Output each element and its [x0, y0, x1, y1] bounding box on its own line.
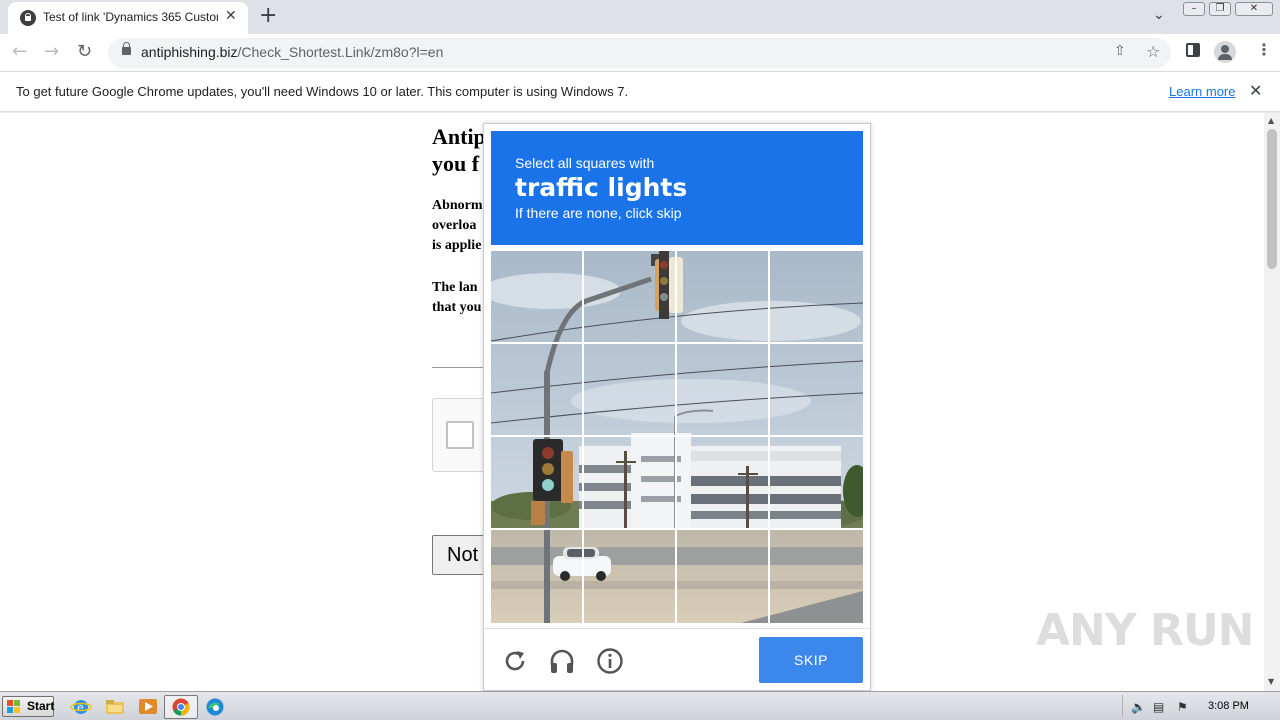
- restore-button[interactable]: ❐: [1209, 2, 1231, 16]
- info-icon[interactable]: [596, 647, 624, 675]
- refresh-icon[interactable]: [501, 647, 529, 675]
- grid-tile[interactable]: [770, 344, 862, 436]
- kebab-menu-icon[interactable]: ⋮: [1256, 40, 1272, 59]
- lock-icon[interactable]: [122, 42, 131, 55]
- windows-flag-icon: [7, 700, 20, 713]
- captcha-challenge-dialog: Select all squares with traffic lights I…: [483, 123, 871, 691]
- action-center-flag-icon[interactable]: ⚑: [1177, 700, 1188, 714]
- browser-tab[interactable]: Test of link 'Dynamics 365 Customer ✕: [8, 2, 248, 34]
- share-icon[interactable]: ⇧: [1114, 43, 1126, 59]
- network-icon[interactable]: ▤: [1153, 700, 1164, 714]
- window-close-button[interactable]: ✕: [1235, 2, 1273, 16]
- internet-explorer-icon[interactable]: e: [70, 696, 92, 717]
- grid-tile[interactable]: [677, 530, 769, 622]
- captcha-checkbox[interactable]: [446, 421, 474, 449]
- file-explorer-icon[interactable]: [104, 696, 126, 717]
- skip-button[interactable]: SKIP: [759, 637, 863, 683]
- reload-icon[interactable]: ↻: [77, 41, 92, 62]
- forward-arrow-icon[interactable]: →: [44, 41, 59, 62]
- url-host: antiphishing.biz: [141, 44, 238, 60]
- browser-toolbar: ← → ↻ antiphishing.biz/Check_Shortest.Li…: [0, 34, 1280, 72]
- address-bar[interactable]: antiphishing.biz/Check_Shortest.Link/zm8…: [108, 38, 1171, 68]
- profile-avatar-icon[interactable]: [1214, 41, 1236, 63]
- challenge-subtitle: Select all squares with: [515, 155, 655, 171]
- volume-icon[interactable]: 🔈: [1131, 700, 1146, 714]
- image-grid: [491, 251, 863, 623]
- update-infobar: To get future Google Chrome updates, you…: [0, 72, 1280, 112]
- grid-tile[interactable]: [584, 344, 676, 436]
- scroll-down-arrow-icon[interactable]: ▼: [1268, 677, 1274, 686]
- side-panel-icon[interactable]: [1186, 43, 1200, 57]
- chrome-icon: [172, 698, 190, 716]
- infobar-message: To get future Google Chrome updates, you…: [16, 84, 629, 99]
- new-tab-button[interactable]: +: [259, 3, 277, 28]
- windows-taskbar: Start e 🔈 ▤ ⚑ 3:08 PM: [0, 691, 1280, 720]
- grid-tile[interactable]: [491, 251, 583, 343]
- start-label: Start: [27, 699, 55, 713]
- grid-tile[interactable]: [491, 437, 583, 529]
- tab-search-chevron-icon[interactable]: ⌄: [1153, 7, 1165, 23]
- grid-tile[interactable]: [770, 530, 862, 622]
- audio-headphones-icon[interactable]: [548, 647, 576, 675]
- scroll-thumb[interactable]: [1267, 129, 1277, 269]
- grid-tile[interactable]: [584, 437, 676, 529]
- grid-tile[interactable]: [677, 437, 769, 529]
- minimize-button[interactable]: –: [1183, 2, 1205, 16]
- grid-tile[interactable]: [584, 251, 676, 343]
- grid-tile[interactable]: [770, 437, 862, 529]
- infobar-close-icon[interactable]: ✕: [1249, 81, 1262, 100]
- grid-tile[interactable]: [491, 530, 583, 622]
- vertical-scrollbar[interactable]: ▲ ▼: [1264, 113, 1280, 691]
- learn-more-link[interactable]: Learn more: [1169, 84, 1235, 99]
- start-button[interactable]: Start: [2, 696, 54, 717]
- url-path: /Check_Shortest.Link/zm8o?l=en: [237, 44, 444, 60]
- tab-title: Test of link 'Dynamics 365 Customer: [43, 10, 218, 24]
- scroll-up-arrow-icon[interactable]: ▲: [1268, 116, 1274, 125]
- edge-icon[interactable]: [204, 696, 226, 717]
- tab-strip: Test of link 'Dynamics 365 Customer ✕ + …: [0, 0, 1280, 34]
- url-text[interactable]: antiphishing.biz/Check_Shortest.Link/zm8…: [141, 44, 443, 60]
- challenge-hint: If there are none, click skip: [515, 205, 682, 221]
- lock-favicon-icon: [20, 10, 36, 26]
- grid-tile[interactable]: [677, 344, 769, 436]
- grid-tile[interactable]: [677, 251, 769, 343]
- back-arrow-icon[interactable]: ←: [12, 41, 27, 62]
- challenge-header: Select all squares with traffic lights I…: [491, 131, 863, 245]
- anyrun-watermark: ANY RUN: [1036, 605, 1254, 656]
- grid-tile[interactable]: [491, 344, 583, 436]
- grid-tile[interactable]: [584, 530, 676, 622]
- challenge-target: traffic lights: [515, 173, 688, 202]
- media-player-icon[interactable]: [137, 696, 159, 717]
- system-tray: 🔈 ▤ ⚑: [1122, 695, 1222, 717]
- tab-close-icon[interactable]: ✕: [225, 8, 237, 24]
- bookmark-star-icon[interactable]: ☆: [1146, 42, 1160, 61]
- challenge-footer: SKIP: [484, 628, 870, 690]
- chrome-taskbar-button[interactable]: [164, 695, 198, 719]
- taskbar-clock[interactable]: 3:08 PM: [1208, 700, 1249, 712]
- grid-tile[interactable]: [770, 251, 862, 343]
